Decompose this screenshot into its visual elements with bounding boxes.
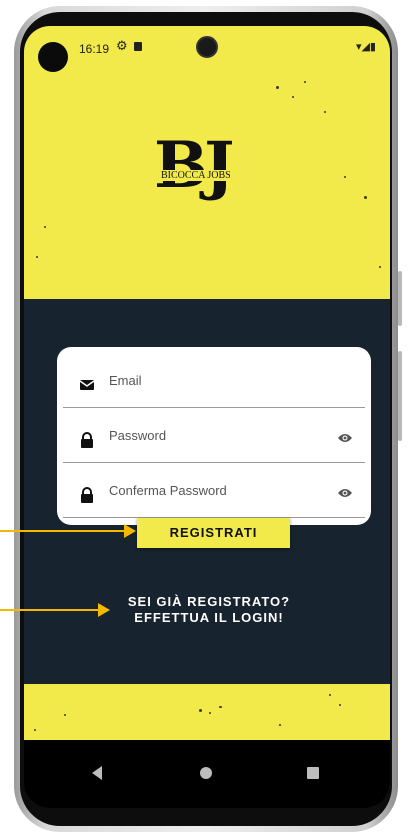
confirm-password-field[interactable]: Conferma Password	[63, 463, 365, 518]
confirm-password-placeholder: Conferma Password	[109, 483, 227, 498]
password-field[interactable]: Password	[63, 408, 365, 463]
android-nav-bar	[24, 740, 390, 808]
mail-icon	[79, 380, 95, 390]
email-placeholder: Email	[109, 373, 142, 388]
registration-form: Email Password Conferma Password	[57, 347, 371, 525]
login-link-line1: SEI GIÀ REGISTRATO?	[127, 594, 291, 609]
footer-banner	[24, 684, 390, 740]
register-button[interactable]: REGISTRATI	[137, 518, 290, 548]
login-link[interactable]: SEI GIÀ REGISTRATO? EFFETTUA IL LOGIN!	[94, 594, 324, 626]
home-icon[interactable]	[200, 767, 212, 779]
front-camera-icon	[38, 42, 68, 72]
eye-icon[interactable]	[337, 487, 353, 499]
status-bar: 16:19 ⚙ ▾◢▮	[24, 26, 390, 76]
annotation-arrow-login	[0, 609, 100, 611]
annotation-arrowhead-register	[124, 524, 136, 538]
eye-icon[interactable]	[337, 432, 353, 444]
sd-card-icon	[134, 42, 142, 51]
logo-name: BICOCCA JOBS	[160, 170, 232, 181]
status-time: 16:19	[79, 42, 110, 56]
lock-icon	[81, 432, 93, 448]
email-field[interactable]: Email	[63, 353, 365, 408]
login-link-line2: EFFETTUA IL LOGIN!	[134, 610, 284, 625]
volume-button	[398, 351, 402, 441]
system-status-icons: ▾◢▮	[355, 40, 376, 53]
lock-icon	[81, 487, 93, 503]
annotation-arrow-register	[0, 530, 126, 532]
annotation-arrowhead-login	[98, 603, 110, 617]
logo-monogram: BJ	[154, 128, 234, 203]
camera-punch-hole-icon	[196, 36, 218, 58]
gear-icon: ⚙	[116, 39, 128, 54]
password-placeholder: Password	[109, 428, 167, 443]
app-screen: 16:19 ⚙ ▾◢▮ BJ BICOCCA JOBS Email Passwo…	[24, 26, 390, 808]
power-button	[398, 271, 402, 326]
back-icon[interactable]	[92, 766, 102, 780]
recent-apps-icon[interactable]	[307, 767, 319, 779]
app-logo: BJ BICOCCA JOBS	[154, 128, 254, 216]
